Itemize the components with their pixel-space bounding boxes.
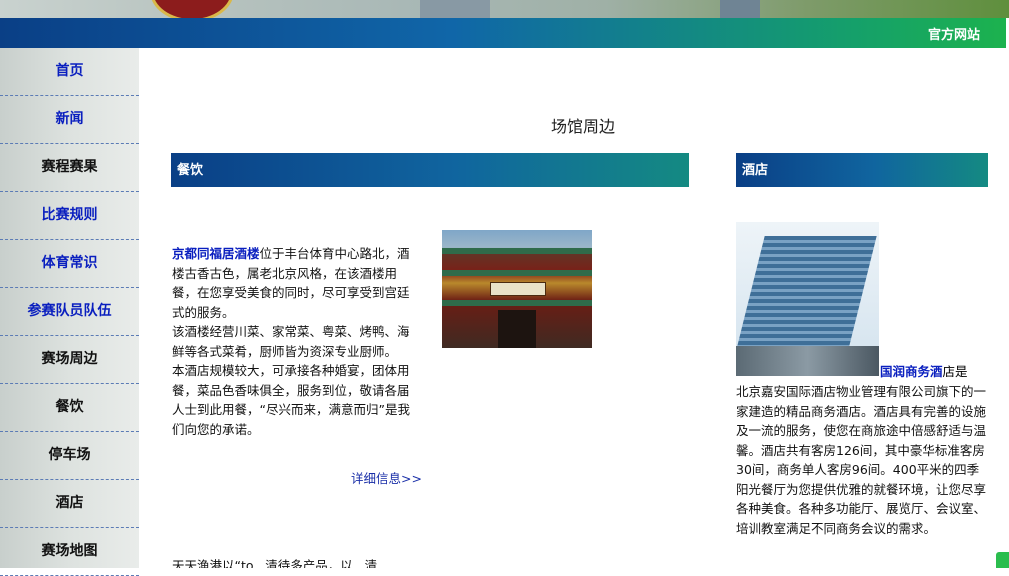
sidebar-item-home[interactable]: 首页 xyxy=(0,48,139,96)
sidebar-item-teams[interactable]: 参赛队员队伍 xyxy=(0,288,139,336)
more-info-link[interactable]: 详细信息>> xyxy=(351,468,422,487)
sidebar-item-dining[interactable]: 餐饮 xyxy=(0,384,139,432)
hotel-name-link[interactable]: 国润商务酒 xyxy=(880,364,943,379)
corner-badge-icon xyxy=(996,552,1009,568)
hotel-description: 北京嘉安国际酒店物业管理有限公司旗下的一家建造的精品商务酒店。酒店具有完善的设施… xyxy=(736,384,986,536)
banner-bar: 官方网站 xyxy=(0,18,1006,48)
sidebar-item-schedule[interactable]: 赛程赛果 xyxy=(0,144,139,192)
hotel-name-line: 国润商务酒店是 xyxy=(880,362,968,382)
page-title: 场馆周边 xyxy=(551,117,616,136)
dining-paragraph-3: 本酒店规模较大，可承接各种婚宴，团体用餐，菜品色香味俱全，服务到位，敬请各届人士… xyxy=(172,363,410,437)
next-entry-partial: 天天渔港以“to...清待多产品，以...清 xyxy=(172,558,378,568)
banner-building xyxy=(420,0,490,18)
sidebar-item-venue-surroundings[interactable]: 赛场周边 xyxy=(0,336,139,384)
hotel-name-suffix: 店是 xyxy=(942,364,968,379)
dining-section-header: 餐饮 xyxy=(171,153,689,187)
dining-paragraph-2: 该酒楼经营川菜、家常菜、粤菜、烤鸭、海鲜等各式菜肴，厨师皆为资深专业厨师。 xyxy=(172,324,410,359)
photo-base xyxy=(736,346,879,376)
sidebar-item-news[interactable]: 新闻 xyxy=(0,96,139,144)
photo-roof xyxy=(442,248,592,254)
hotel-section-header: 酒店 xyxy=(736,153,988,187)
photo-roof xyxy=(442,270,592,276)
official-site-link[interactable]: 官方网站 xyxy=(928,24,980,43)
sidebar-nav: 首页 新闻 赛程赛果 比赛规则 体育常识 参赛队员队伍 赛场周边 餐饮 停车场 … xyxy=(0,48,139,576)
sidebar-item-parking[interactable]: 停车场 xyxy=(0,432,139,480)
photo-roof xyxy=(442,300,592,306)
photo-door xyxy=(498,310,536,348)
sidebar-item-rules[interactable]: 比赛规则 xyxy=(0,192,139,240)
hotel-heading: 酒店 xyxy=(742,163,769,178)
banner-photo xyxy=(0,0,1009,18)
sidebar-item-venue-map[interactable]: 赛场地图 xyxy=(0,528,139,576)
banner-building xyxy=(720,0,760,18)
dining-heading: 餐饮 xyxy=(177,163,204,178)
sidebar-item-hotel[interactable]: 酒店 xyxy=(0,480,139,528)
sidebar-item-sports-knowledge[interactable]: 体育常识 xyxy=(0,240,139,288)
photo-sign xyxy=(490,282,546,296)
hotel-photo xyxy=(736,222,879,376)
restaurant-name-link[interactable]: 京都同福居酒楼 xyxy=(172,246,260,261)
dining-description: 京都同福居酒楼位于丰台体育中心路北，酒楼古香古色，属老北京风格，在该酒楼用餐，在… xyxy=(172,244,416,439)
restaurant-photo xyxy=(442,230,592,348)
emblem-logo xyxy=(150,0,234,18)
